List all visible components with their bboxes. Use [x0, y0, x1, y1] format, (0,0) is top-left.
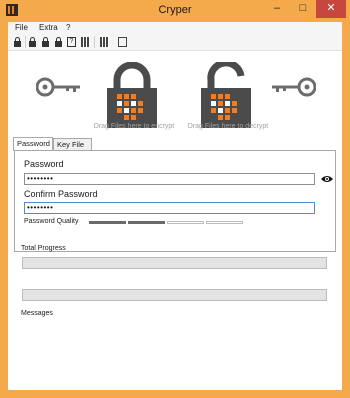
tab-keyfile[interactable]: Key File: [53, 138, 92, 150]
confirm-password-label: Confirm Password: [24, 189, 98, 199]
maximize-button[interactable]: □: [290, 0, 316, 18]
quality-segment: [206, 221, 243, 224]
grid-icon[interactable]: [81, 37, 90, 47]
help-icon[interactable]: ?: [67, 37, 76, 47]
menu-file[interactable]: File: [15, 22, 28, 34]
lock-icon[interactable]: [13, 37, 22, 47]
lock-icon[interactable]: [41, 37, 50, 47]
password-field[interactable]: ••••••••: [24, 173, 315, 185]
key-icon: [272, 77, 316, 97]
menu-extra[interactable]: Extra: [39, 22, 58, 34]
lock-icon[interactable]: [28, 37, 37, 47]
file-progress-bar: [22, 289, 327, 301]
quality-segment: [89, 221, 126, 224]
total-progress-label: Total Progress: [21, 245, 66, 252]
confirm-password-field[interactable]: ••••••••: [24, 202, 315, 214]
toolbar: ?: [8, 34, 342, 51]
messages-label: Messages: [21, 310, 53, 317]
password-label: Password: [24, 159, 64, 169]
title-bar[interactable]: Cryper – □ ✕: [0, 0, 350, 22]
eye-icon[interactable]: [321, 175, 333, 183]
app-window: Cryper – □ ✕ File Extra ? ? Drag Files h…: [0, 0, 350, 398]
toolbar-separator: [94, 36, 95, 48]
clipboard-icon[interactable]: [118, 37, 127, 47]
toolbar-separator: [25, 36, 26, 48]
quality-segment: [128, 221, 165, 224]
unlocked-padlock-icon[interactable]: [201, 62, 251, 128]
decrypt-drop-label: Drag Files here to decrypt: [187, 123, 269, 130]
client-area: File Extra ? ? Drag Files here to encryp…: [8, 22, 342, 390]
minimize-button[interactable]: –: [264, 0, 290, 18]
total-progress-bar: [22, 257, 327, 269]
menu-bar: File Extra ?: [8, 22, 342, 34]
lock-icon[interactable]: [54, 37, 63, 47]
password-quality-label: Password Quality: [24, 218, 79, 225]
close-button[interactable]: ✕: [316, 0, 346, 18]
password-panel: Password •••••••• Confirm Password •••••…: [14, 150, 336, 252]
tab-password[interactable]: Password: [13, 137, 53, 151]
quality-segment: [167, 221, 204, 224]
key-icon: [36, 77, 80, 97]
grid-icon[interactable]: [100, 37, 109, 47]
menu-help[interactable]: ?: [66, 22, 70, 34]
locked-padlock-icon[interactable]: [107, 62, 157, 128]
password-quality-meter: [89, 221, 249, 224]
